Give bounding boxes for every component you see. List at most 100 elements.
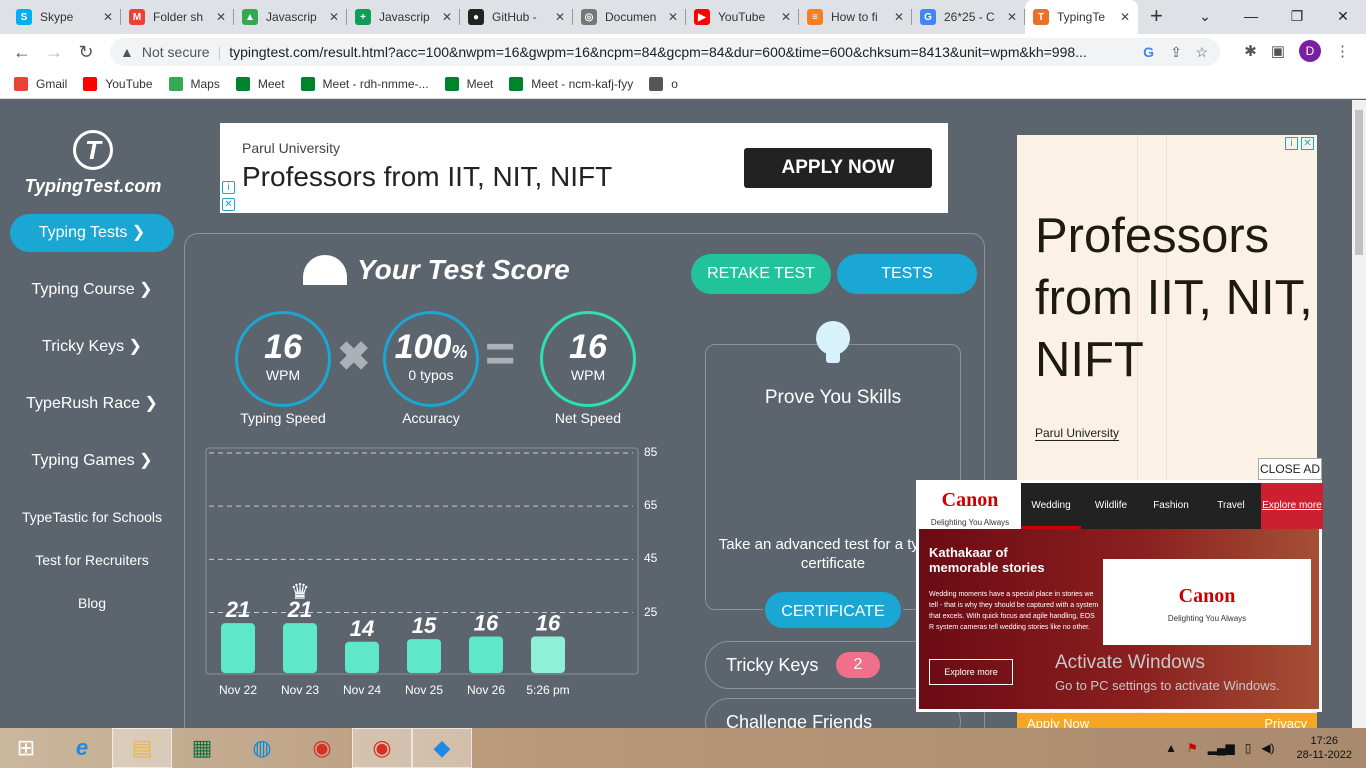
side-ad-close-icon[interactable]: ✕ [1301,137,1314,150]
apply-now-button[interactable]: APPLY NOW [744,148,932,188]
volume-icon[interactable]: ◀) [1261,741,1274,755]
start-button[interactable]: ⊞ [0,728,52,768]
chart-bar[interactable] [469,636,503,673]
bookmark-item[interactable]: Meet [444,77,493,91]
bookmark-item[interactable]: Gmail [14,77,67,91]
top-banner-ad[interactable]: Parul University Professors from IIT, NI… [220,123,948,213]
profile-avatar[interactable]: D [1299,40,1321,62]
battery-icon[interactable]: ▯ [1245,741,1252,755]
side-ad-headline[interactable]: Professors from IIT, NIT, NIFT [1035,205,1317,391]
chart-bar[interactable] [221,623,255,673]
close-tab-icon[interactable]: ✕ [894,10,904,24]
close-window-button[interactable]: ✕ [1320,0,1366,34]
vscode-icon[interactable]: ◆ [412,728,472,768]
close-tab-icon[interactable]: ✕ [555,10,565,24]
warning-icon[interactable]: ▲ [120,44,134,60]
side-ad-apply-link[interactable]: Apply Now [1027,716,1089,728]
google-lens-icon[interactable]: G [1143,44,1154,60]
internet-explorer-icon[interactable]: e [52,728,112,768]
side-ad-info-icon[interactable]: i [1285,137,1298,150]
network-icon[interactable]: ▂▄▆ [1208,741,1235,755]
bookmark-item[interactable]: Meet - rdh-nmme-... [300,77,429,91]
close-ad-button[interactable]: CLOSE AD [1258,458,1322,480]
sidebar-link-1[interactable]: Test for Recruiters [0,552,184,568]
canon-nav-item[interactable]: Fashion [1141,483,1201,529]
clock[interactable]: 17:26 28-11-2022 [1297,734,1352,762]
close-tab-icon[interactable]: ✕ [781,10,791,24]
privacy-link[interactable]: Privacy [1264,713,1307,728]
sidebar-item-3[interactable]: TypeRush Race ❯ [0,385,184,423]
bookmark-item[interactable]: Meet [235,77,285,91]
bookmark-star-icon[interactable]: ☆ [1195,44,1208,61]
close-tab-icon[interactable]: ✕ [668,10,678,24]
close-tab-icon[interactable]: ✕ [103,10,113,24]
share-icon[interactable]: ⇪ [1170,44,1182,61]
bookmark-item[interactable]: YouTube [83,77,153,91]
tab-2[interactable]: ▲ Javascrip ✕ [234,0,347,34]
chart-bar[interactable] [345,641,379,673]
ad-close-icon[interactable]: ✕ [222,198,235,211]
url-text[interactable]: typingtest.com/result.html?acc=100&nwpm=… [229,44,1129,60]
canon-nav-item[interactable]: Wedding [1021,483,1081,529]
scrollbar-thumb[interactable] [1355,110,1363,255]
ad-headline[interactable]: Professors from IIT, NIT, NIFT [242,161,612,193]
chart-bar[interactable] [531,636,565,673]
bookmark-item[interactable]: o [649,77,678,91]
ad-info-icon[interactable]: i [222,181,235,194]
site-logo[interactable]: T TypingTest.com [20,130,166,197]
canon-nav-item[interactable]: Travel [1201,483,1261,529]
tab-4[interactable]: ● GitHub - ✕ [460,0,573,34]
close-tab-icon[interactable]: ✕ [1120,10,1130,24]
chrome-profile-icon[interactable]: ◉ [352,728,412,768]
restore-button[interactable]: ❐ [1274,0,1320,34]
canon-nav-item[interactable]: Wildlife [1081,483,1141,529]
tab-7[interactable]: ≡ How to fi ✕ [799,0,912,34]
bookmark-item[interactable]: Meet - ncm-kafj-fyy [509,77,633,91]
canon-explore-button[interactable]: Explore more [929,659,1013,685]
chart-bar[interactable] [283,623,317,673]
sidebar-item-4[interactable]: Typing Games ❯ [0,442,184,480]
menu-icon[interactable]: ⋮ [1335,42,1350,60]
not-secure-label[interactable]: Not secure [142,44,210,60]
extensions-icon[interactable]: ✱ [1244,42,1257,60]
retake-test-button[interactable]: RETAKE TEST [691,254,831,294]
omnibox[interactable]: ▲ Not secure | typingtest.com/result.htm… [110,38,1220,66]
reload-button[interactable]: ↻ [70,42,102,63]
canon-nav-item[interactable]: Explore more [1261,483,1323,529]
tab-6[interactable]: ▶ YouTube ✕ [686,0,799,34]
tray-arrow-icon[interactable]: ▲ [1165,741,1177,755]
sidebar-item-0[interactable]: Typing Tests ❯ [10,214,174,252]
close-tab-icon[interactable]: ✕ [1007,10,1017,24]
side-panel-icon[interactable]: ▣ [1271,42,1285,60]
forward-button[interactable]: → [38,42,70,63]
sidebar-link-0[interactable]: TypeTastic for Schools [0,509,184,525]
back-button[interactable]: ← [6,42,38,63]
sidebar-item-2[interactable]: Tricky Keys ❯ [0,328,184,366]
excel-icon[interactable]: ▦ [172,728,232,768]
tab-search-icon[interactable]: ⌄ [1182,0,1228,34]
tests-button[interactable]: TESTS [837,254,977,294]
close-tab-icon[interactable]: ✕ [329,10,339,24]
close-tab-icon[interactable]: ✕ [216,10,226,24]
chart-bar[interactable] [407,639,441,673]
close-tab-icon[interactable]: ✕ [442,10,452,24]
flag-icon[interactable]: ⚑ [1187,741,1198,755]
minimize-button[interactable]: — [1228,0,1274,34]
canon-logo[interactable]: Canon Delighting You Always [919,483,1021,529]
new-tab-button[interactable]: + [1150,0,1163,34]
file-explorer-icon[interactable]: ▤ [112,728,172,768]
tab-0[interactable]: S Skype ✕ [8,0,121,34]
sidebar-item-1[interactable]: Typing Course ❯ [0,271,184,309]
tab-8[interactable]: G 26*25 - C ✕ [912,0,1025,34]
tab-5[interactable]: ◎ Documen ✕ [573,0,686,34]
edge-icon[interactable]: ◍ [232,728,292,768]
bookmark-item[interactable]: Maps [168,77,220,91]
page-scrollbar[interactable] [1352,100,1366,728]
tab-3[interactable]: + Javascrip ✕ [347,0,460,34]
sidebar-link-2[interactable]: Blog [0,595,184,611]
tab-9[interactable]: T TypingTe ✕ [1025,0,1138,34]
certificate-button[interactable]: CERTIFICATE [763,590,903,630]
chrome-icon[interactable]: ◉ [292,728,352,768]
side-ad-footer[interactable]: Apply Now Privacy [1017,713,1317,728]
tab-1[interactable]: M Folder sh ✕ [121,0,234,34]
